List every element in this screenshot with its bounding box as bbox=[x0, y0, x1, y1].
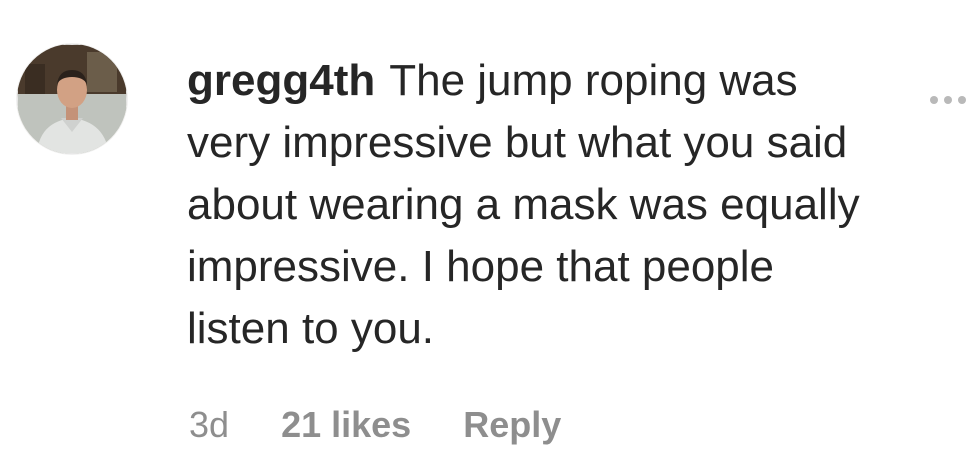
comment-text: about wearing a mask was equally bbox=[187, 180, 860, 229]
comment-text: very impressive but what you said bbox=[187, 118, 848, 167]
ellipsis-icon bbox=[958, 96, 966, 104]
ellipsis-icon bbox=[930, 96, 938, 104]
timestamp[interactable]: 3d bbox=[189, 402, 229, 448]
comment-line: gregg4th The jump roping was bbox=[187, 50, 947, 112]
comment: gregg4th The jump roping was very impress… bbox=[0, 0, 980, 459]
comment-body: gregg4th The jump roping was very impress… bbox=[187, 50, 947, 360]
likes-count-button[interactable]: 21 likes bbox=[281, 402, 411, 448]
comment-text: listen to you. bbox=[187, 304, 435, 353]
username-link[interactable]: gregg4th bbox=[187, 56, 375, 105]
comment-meta: 3d 21 likes Reply bbox=[189, 402, 561, 448]
user-avatar-icon bbox=[17, 44, 127, 154]
comment-text: impressive. I hope that people bbox=[187, 242, 775, 291]
comment-text: The jump roping was bbox=[389, 56, 798, 105]
ellipsis-icon bbox=[944, 96, 952, 104]
reply-button[interactable]: Reply bbox=[463, 402, 561, 448]
more-options-button[interactable] bbox=[930, 90, 978, 110]
avatar[interactable] bbox=[17, 44, 127, 154]
